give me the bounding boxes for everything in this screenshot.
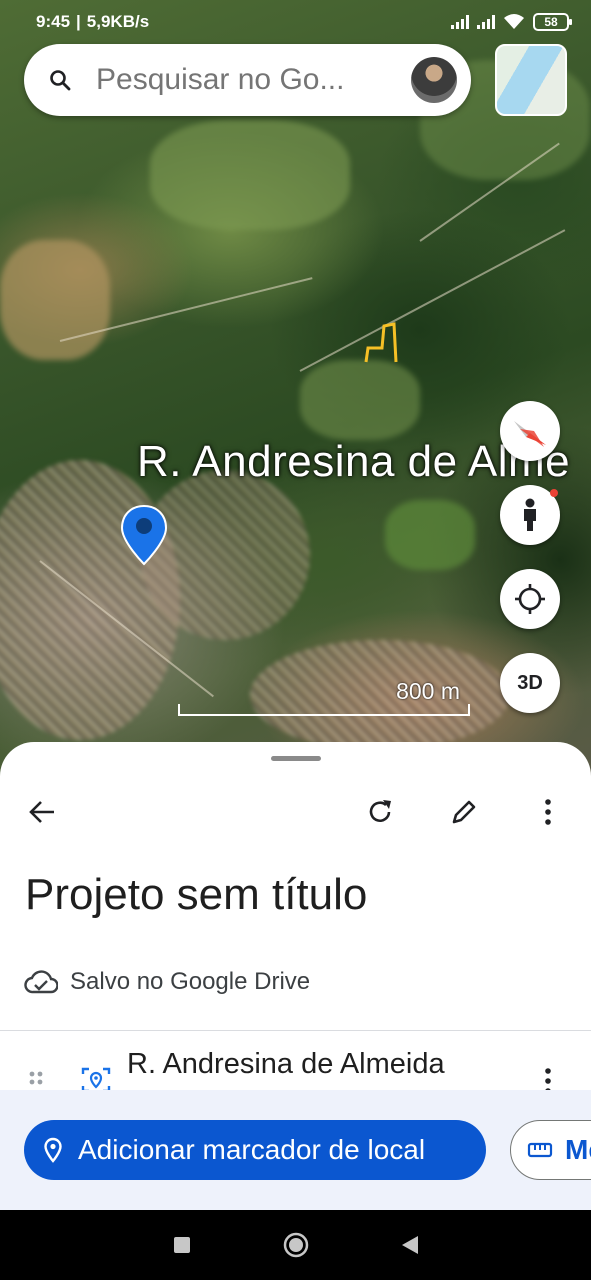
drag-indicator-icon[interactable] <box>28 1070 44 1090</box>
status-separator: | <box>76 12 81 31</box>
system-nav-bar <box>0 1210 591 1280</box>
status-network-speed: 5,9KB/s <box>86 12 150 31</box>
notification-dot <box>550 489 558 497</box>
map-layers-button[interactable] <box>495 44 567 116</box>
map-field <box>385 500 475 570</box>
more-options-button[interactable] <box>528 792 568 832</box>
3d-label: 3D <box>517 671 543 694</box>
project-boundary-path[interactable] <box>362 320 402 366</box>
measure-button[interactable]: Me <box>510 1120 591 1180</box>
compass-icon <box>514 421 546 447</box>
street-view-button[interactable] <box>500 485 560 545</box>
pegman-icon <box>524 498 536 531</box>
measure-label: Me <box>565 1134 591 1165</box>
wifi-icon <box>504 14 524 29</box>
scale-label: 800 m <box>396 678 460 704</box>
map-scale: 800 m <box>178 678 470 718</box>
recent-apps-icon[interactable] <box>172 1235 192 1255</box>
save-status-text: Salvo no Google Drive <box>70 968 311 995</box>
edit-button[interactable] <box>444 792 484 832</box>
back-nav-icon[interactable] <box>400 1234 420 1256</box>
location-pin-icon[interactable] <box>120 504 168 566</box>
search-icon[interactable] <box>24 68 96 92</box>
avatar[interactable] <box>411 57 457 103</box>
add-marker-label: Adicionar marcador de local <box>78 1134 426 1165</box>
back-button[interactable] <box>22 792 62 832</box>
my-location-icon <box>515 584 545 614</box>
refresh-icon <box>369 800 391 822</box>
home-icon[interactable] <box>282 1231 310 1259</box>
place-icon <box>44 1137 62 1163</box>
save-status: Salvo no Google Drive <box>24 968 310 996</box>
signal-icon <box>451 15 469 29</box>
map-road <box>299 229 566 372</box>
list-item-label: R. Andresina de Almeida <box>127 1048 445 1080</box>
divider <box>0 1030 591 1031</box>
back-arrow-icon <box>29 801 54 823</box>
my-location-button[interactable] <box>500 569 560 629</box>
search-bar[interactable]: Pesquisar no Go... <box>24 44 471 116</box>
satellite-map[interactable]: 9:45 | 5,9KB/s 58 Pesquisar no Go... R. … <box>0 0 591 790</box>
pencil-icon <box>452 800 476 824</box>
ruler-icon <box>527 1142 553 1158</box>
action-bar: Adicionar marcador de local Me <box>0 1090 591 1210</box>
cloud-check-icon <box>24 970 58 994</box>
map-field <box>300 360 420 440</box>
search-input[interactable]: Pesquisar no Go... <box>96 63 411 97</box>
signal-icon <box>477 15 495 29</box>
status-bar: 9:45 | 5,9KB/s 58 <box>0 0 591 44</box>
compass-button[interactable] <box>500 401 560 461</box>
map-field <box>150 120 350 230</box>
project-title[interactable]: Projeto sem título <box>25 870 367 920</box>
add-place-marker-button[interactable]: Adicionar marcador de local <box>24 1120 486 1180</box>
refresh-button[interactable] <box>360 792 400 832</box>
3d-toggle-button[interactable]: 3D <box>500 653 560 713</box>
status-time: 9:45 <box>36 12 71 31</box>
project-sheet[interactable]: Projeto sem título Salvo no Google Drive… <box>0 742 591 1210</box>
map-field <box>0 240 110 360</box>
scale-bar <box>178 704 470 716</box>
battery-icon: 58 <box>533 13 572 31</box>
more-vert-icon <box>545 799 551 825</box>
battery-level: 58 <box>544 15 558 29</box>
sheet-drag-handle[interactable] <box>271 756 321 761</box>
